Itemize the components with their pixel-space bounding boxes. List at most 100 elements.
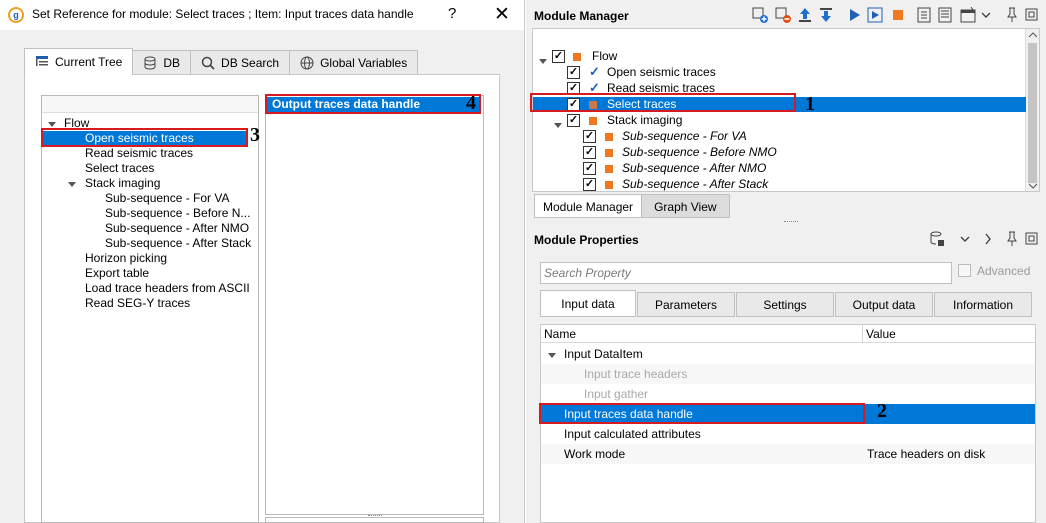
column-header-name[interactable]: Name [544,327,576,341]
pin-icon[interactable] [1004,231,1020,247]
run-icon[interactable] [846,7,862,23]
vertical-scrollbar[interactable] [1025,29,1039,191]
tab-db[interactable]: DB [132,50,192,75]
checkbox[interactable]: ✓ [583,162,596,175]
run-step-icon[interactable] [867,7,883,23]
expand-icon[interactable] [48,122,56,127]
tree-item-horizon-picking[interactable]: Horizon picking [85,251,167,266]
tab-graph-view[interactable]: Graph View [641,194,730,218]
globe-icon [300,56,314,70]
checkbox[interactable]: ✓ [567,98,580,111]
row-name: Input calculated attributes [564,427,701,441]
checkbox[interactable]: ✓ [552,50,565,63]
tab-information[interactable]: Information [934,292,1032,317]
tree-item-load-trace-headers[interactable]: Load trace headers from ASCII [85,281,250,296]
expand-icon[interactable] [539,59,547,64]
tree-item-subsequence[interactable]: Sub-sequence - After NMO [105,221,249,236]
checkmark-icon: ✓ [589,64,600,79]
close-button[interactable]: ✕ [494,3,510,26]
chevron-right-icon[interactable] [983,233,993,249]
output-item[interactable]: Output traces data handle [266,97,480,112]
dialog-tabs: Current Tree DB DB Search Global Variabl… [24,48,419,75]
tree-item-export-table[interactable]: Export table [85,266,149,281]
checkbox[interactable]: ✓ [567,82,580,95]
table-row[interactable]: Input trace headers [541,364,1035,384]
search-property-input[interactable]: Search Property [540,262,952,284]
tab-current-tree[interactable]: Current Tree [24,48,134,75]
annotation-number: 3 [250,124,260,146]
tab-db-search[interactable]: DB Search [190,50,291,75]
annotation-number: 2 [877,400,887,422]
add-module-icon[interactable] [752,7,768,23]
checkbox[interactable]: ✓ [567,66,580,79]
checkbox[interactable]: ✓ [583,130,596,143]
flow-label[interactable]: Flow [592,49,617,64]
checkbox[interactable]: ✓ [567,114,580,127]
expand-icon[interactable] [68,182,76,187]
table-row[interactable]: Input DataItem [541,344,1035,364]
advanced-label: Advanced [977,264,1031,278]
tab-label: Global Variables [320,56,408,70]
remove-module-icon[interactable] [775,7,791,23]
module-item[interactable]: Open seismic traces [607,65,716,80]
checkbox-box[interactable] [958,264,971,277]
column-divider[interactable] [862,325,863,343]
checkbox[interactable]: ✓ [583,178,596,191]
splitter-handle[interactable] [784,221,798,224]
tab-output-data[interactable]: Output data [835,292,933,317]
tree-item-subsequence[interactable]: Sub-sequence - After Stack [105,236,251,251]
chevron-down-icon[interactable] [960,233,970,249]
table-row[interactable]: Input gather [541,384,1035,404]
column-header-value[interactable]: Value [866,327,896,341]
float-panel-icon[interactable] [1024,7,1040,23]
tab-global-variables[interactable]: Global Variables [289,50,419,75]
right-panel: Module Manager ✓ Flow ✓ ✓ Open seismic t… [526,0,1046,523]
scrollbar-thumb[interactable] [1028,43,1037,183]
row-value: Trace headers on disk [867,447,986,461]
module-item-select-traces[interactable]: Select traces [607,97,676,112]
tree-item-read-seismic-traces[interactable]: Read seismic traces [85,146,193,161]
table-row[interactable]: Work mode Trace headers on disk [541,444,1035,464]
move-down-icon[interactable] [818,7,834,23]
module-item[interactable]: Read seismic traces [607,81,715,96]
expand-icon[interactable] [548,353,556,358]
tab-settings[interactable]: Settings [736,292,834,317]
subsequence-item[interactable]: Sub-sequence - Before NMO [622,145,777,160]
table-row-selected[interactable]: Input traces data handle [541,404,1035,424]
database-lock-icon[interactable] [929,231,945,247]
tab-parameters[interactable]: Parameters [637,292,735,317]
module-item[interactable]: Stack imaging [607,113,682,128]
subsequence-item[interactable]: Sub-sequence - For VA [622,129,747,144]
tree-item-subsequence[interactable]: Sub-sequence - For VA [105,191,230,206]
tree-item-open-seismic-traces[interactable]: Open seismic traces [42,131,247,146]
log-icon[interactable] [916,7,932,23]
module-icon [605,149,613,157]
subsequence-item[interactable]: Sub-sequence - After Stack [622,177,768,192]
splitter-handle[interactable] [368,515,382,518]
dialog-titlebar: g Set Reference for module: Select trace… [0,0,524,30]
tree-item-stack-imaging[interactable]: Stack imaging [68,176,160,191]
stop-icon[interactable] [890,7,906,23]
chevron-up-icon[interactable] [1026,30,1040,40]
tab-module-manager[interactable]: Module Manager [534,194,643,218]
tab-input-data[interactable]: Input data [540,290,636,317]
tree-item-read-segy[interactable]: Read SEG-Y traces [85,296,190,311]
window-icon[interactable] [960,7,976,23]
pin-icon[interactable] [1004,7,1020,23]
list-icon[interactable] [937,7,953,23]
float-panel-icon[interactable] [1024,231,1040,247]
chevron-down-icon[interactable] [981,7,991,23]
move-up-icon[interactable] [797,7,813,23]
help-button[interactable]: ? [448,5,456,22]
row-name: Input DataItem [564,347,643,361]
checkbox[interactable]: ✓ [583,146,596,159]
expand-icon[interactable] [554,123,562,128]
annotation-number: 1 [805,93,815,115]
tree-item-select-traces[interactable]: Select traces [85,161,154,176]
advanced-checkbox[interactable]: Advanced [958,264,1030,278]
chevron-down-icon[interactable] [1026,181,1040,191]
tree-item-subsequence[interactable]: Sub-sequence - Before N... [105,206,250,221]
tree-item-flow[interactable]: Flow [48,116,89,131]
table-row[interactable]: Input calculated attributes [541,424,1035,444]
subsequence-item[interactable]: Sub-sequence - After NMO [622,161,766,176]
